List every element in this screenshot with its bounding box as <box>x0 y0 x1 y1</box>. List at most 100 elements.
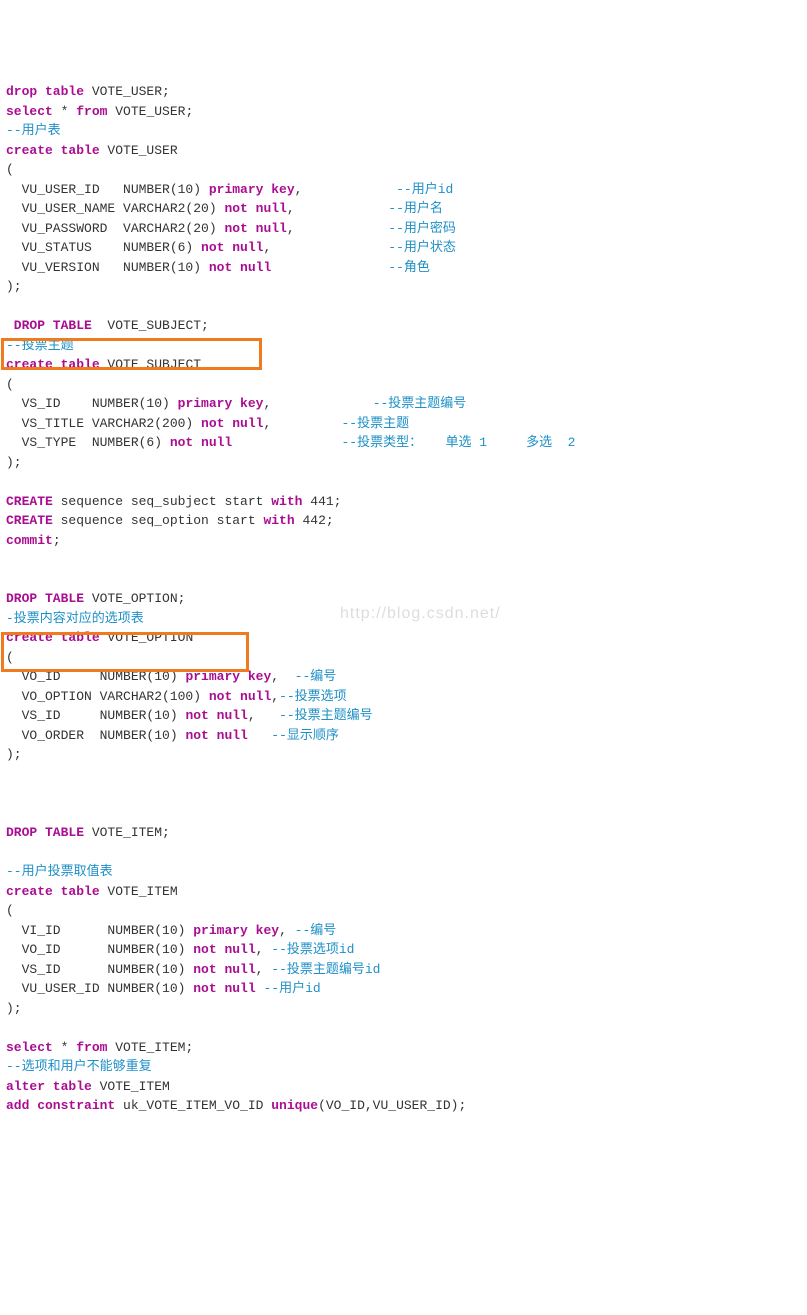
token-plain: VU_PASSWORD VARCHAR2(20) <box>6 221 224 236</box>
code-line: create table VOTE_SUBJECT <box>6 355 801 375</box>
token-plain: VO_ID NUMBER(10) <box>6 942 193 957</box>
token-cm: --角色 <box>388 260 430 275</box>
token-plain: ); <box>6 279 22 294</box>
token-plain: VS_ID NUMBER(10) <box>6 708 185 723</box>
token-cm: --用户id <box>263 981 320 996</box>
code-line: --选项和用户不能够重复 <box>6 1057 801 1077</box>
token-plain: , <box>263 396 372 411</box>
token-plain: VO_ID NUMBER(10) <box>6 669 185 684</box>
code-line: ( <box>6 160 801 180</box>
token-plain: * <box>53 1040 76 1055</box>
token-kw: DROP TABLE <box>6 825 84 840</box>
code-line <box>6 570 801 590</box>
token-cm: --投票主题编号 <box>373 396 467 411</box>
token-plain: VU_USER_ID NUMBER(10) <box>6 182 209 197</box>
code-line <box>6 804 801 824</box>
token-plain <box>271 260 388 275</box>
token-plain: , <box>271 669 294 684</box>
token-plain: (VO_ID,VU_USER_ID); <box>318 1098 466 1113</box>
token-cm: --编号 <box>295 669 337 684</box>
code-line: VS_TITLE VARCHAR2(200) not null, --投票主题 <box>6 414 801 434</box>
code-line: ); <box>6 999 801 1019</box>
token-kw: select <box>6 104 53 119</box>
token-kw: with <box>271 494 302 509</box>
token-kw: drop table <box>6 84 84 99</box>
code-line: ( <box>6 375 801 395</box>
token-plain: VOTE_USER; <box>84 84 170 99</box>
token-plain: VS_ID NUMBER(10) <box>6 962 193 977</box>
code-line: VI_ID NUMBER(10) primary key, --编号 <box>6 921 801 941</box>
token-plain: uk_VOTE_ITEM_VO_ID <box>115 1098 271 1113</box>
token-plain: ); <box>6 1001 22 1016</box>
token-kw: from <box>76 104 107 119</box>
code-line: --投票主题 <box>6 336 801 356</box>
token-plain: , <box>263 416 341 431</box>
code-line: VU_VERSION NUMBER(10) not null --角色 <box>6 258 801 278</box>
code-line: VU_PASSWORD VARCHAR2(20) not null, --用户密… <box>6 219 801 239</box>
code-line <box>6 297 801 317</box>
token-kw: DROP TABLE <box>6 318 92 333</box>
token-plain: , <box>279 923 295 938</box>
token-kw: not null <box>201 240 263 255</box>
token-plain: , <box>287 221 388 236</box>
code-line: VU_STATUS NUMBER(6) not null, --用户状态 <box>6 238 801 258</box>
token-plain: VS_TITLE VARCHAR2(200) <box>6 416 201 431</box>
token-plain: ); <box>6 455 22 470</box>
token-kw: create table <box>6 884 100 899</box>
token-cm: --显示顺序 <box>271 728 339 743</box>
code-line: -投票内容对应的选项表 <box>6 609 801 629</box>
token-plain: VOTE_ITEM <box>92 1079 170 1094</box>
token-cm: --用户状态 <box>388 240 456 255</box>
token-plain: ( <box>6 162 14 177</box>
code-line: VO_OPTION VARCHAR2(100) not null,--投票选项 <box>6 687 801 707</box>
token-kw: create table <box>6 357 100 372</box>
token-plain: ( <box>6 377 14 392</box>
token-kw: commit <box>6 533 53 548</box>
code-line: create table VOTE_OPTION <box>6 628 801 648</box>
token-kw: select <box>6 1040 53 1055</box>
code-line: alter table VOTE_ITEM <box>6 1077 801 1097</box>
token-kw: with <box>263 513 294 528</box>
token-plain: ( <box>6 650 14 665</box>
code-line <box>6 550 801 570</box>
code-line: ); <box>6 277 801 297</box>
token-kw: alter table <box>6 1079 92 1094</box>
token-cm: --用户表 <box>6 123 61 138</box>
token-kw: not null <box>193 942 255 957</box>
token-plain: VS_TYPE NUMBER(6) <box>6 435 170 450</box>
token-plain: VS_ID NUMBER(10) <box>6 396 178 411</box>
code-line: CREATE sequence seq_option start with 44… <box>6 511 801 531</box>
token-plain: 442; <box>295 513 334 528</box>
code-line: --用户表 <box>6 121 801 141</box>
token-plain: VO_OPTION VARCHAR2(100) <box>6 689 209 704</box>
code-line: commit; <box>6 531 801 551</box>
token-cm: --投票选项id <box>271 942 354 957</box>
token-plain: , <box>287 201 388 216</box>
token-plain: ); <box>6 747 22 762</box>
token-kw: not null <box>193 981 255 996</box>
sql-code-block: drop table VOTE_USER;select * from VOTE_… <box>6 82 801 1116</box>
code-line: VU_USER_ID NUMBER(10) not null --用户id <box>6 979 801 999</box>
token-kw: create table <box>6 630 100 645</box>
token-cm: -投票内容对应的选项表 <box>6 611 144 626</box>
token-kw: not null <box>224 201 286 216</box>
token-kw: DROP TABLE <box>6 591 84 606</box>
code-line: ); <box>6 453 801 473</box>
code-line: create table VOTE_USER <box>6 141 801 161</box>
token-kw: not null <box>193 962 255 977</box>
code-line: ( <box>6 648 801 668</box>
token-plain <box>248 728 271 743</box>
token-plain: * <box>53 104 76 119</box>
token-kw: not null <box>170 435 232 450</box>
token-plain: sequence seq_option start <box>53 513 264 528</box>
token-kw: not null <box>201 416 263 431</box>
token-kw: not null <box>209 260 271 275</box>
token-plain: ; <box>53 533 61 548</box>
token-kw: primary key <box>209 182 295 197</box>
code-line: DROP TABLE VOTE_ITEM; <box>6 823 801 843</box>
token-cm: --用户id <box>396 182 453 197</box>
token-plain: 441; <box>302 494 341 509</box>
code-line: VS_ID NUMBER(10) not null, --投票主题编号id <box>6 960 801 980</box>
code-line <box>6 765 801 785</box>
token-plain: VU_USER_NAME VARCHAR2(20) <box>6 201 224 216</box>
